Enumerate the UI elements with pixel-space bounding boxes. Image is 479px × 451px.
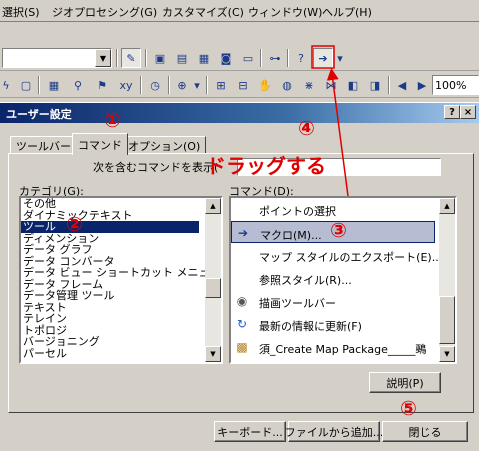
tab-commands[interactable]: コマンド [72,133,128,155]
drop-target-highlight [311,45,335,69]
drag-arrow-line [326,68,349,197]
drag-arrow [311,45,349,197]
